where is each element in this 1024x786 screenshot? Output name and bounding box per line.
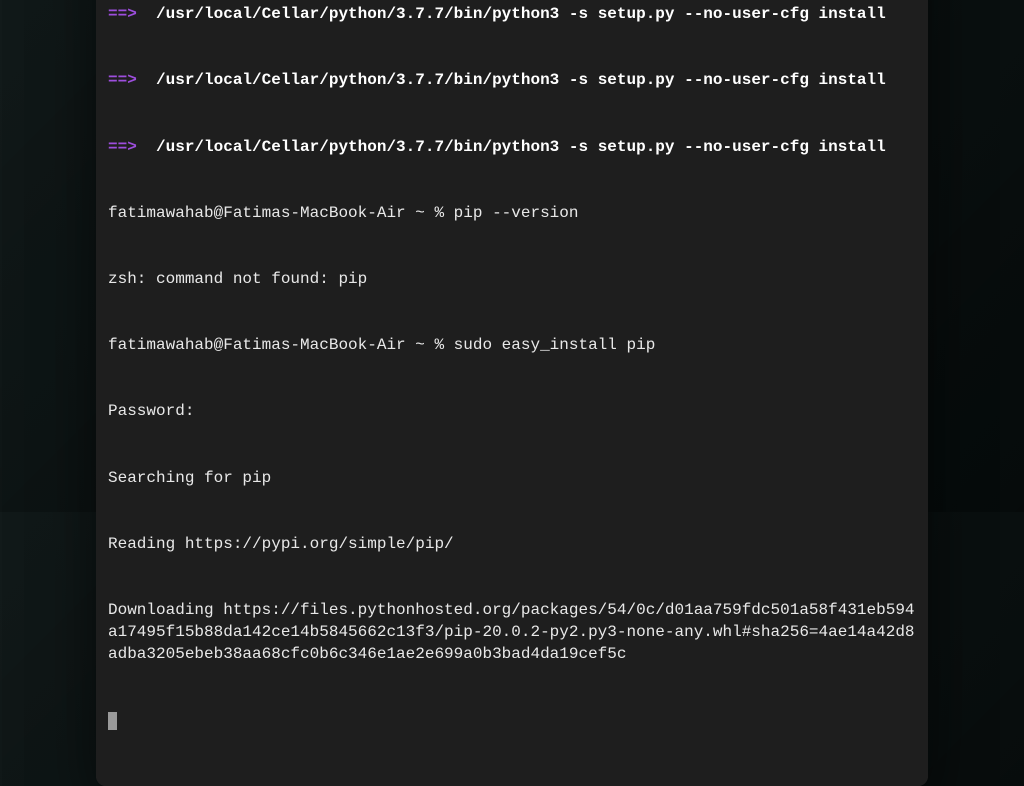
terminal-window: fatimawahab — Python ‹ sudo — 80×16 zsh:… [96,0,928,786]
terminal-line: Downloading https://files.pythonhosted.o… [108,599,916,665]
terminal-line: Searching for pip [108,467,916,489]
brew-arrow-icon: ==> [108,5,137,23]
terminal-line: Password: [108,400,916,422]
terminal-line: Reading https://pypi.org/simple/pip/ [108,533,916,555]
terminal-body[interactable]: zsh: command not found: pip fatimawahab@… [96,0,928,786]
terminal-line: ==> /usr/local/Cellar/python/3.7.7/bin/p… [108,3,916,25]
terminal-line: zsh: command not found: pip [108,268,916,290]
brew-arrow-icon: ==> [108,71,137,89]
terminal-line: fatimawahab@Fatimas-MacBook-Air ~ % pip … [108,202,916,224]
brew-step: /usr/local/Cellar/python/3.7.7/bin/pytho… [156,71,886,89]
brew-step: /usr/local/Cellar/python/3.7.7/bin/pytho… [156,5,886,23]
terminal-line: ==> /usr/local/Cellar/python/3.7.7/bin/p… [108,69,916,91]
brew-step: /usr/local/Cellar/python/3.7.7/bin/pytho… [156,138,886,156]
cursor-line [108,710,916,732]
terminal-line: ==> /usr/local/Cellar/python/3.7.7/bin/p… [108,136,916,158]
brew-arrow-icon: ==> [108,138,137,156]
terminal-cursor [108,712,117,730]
terminal-line: fatimawahab@Fatimas-MacBook-Air ~ % sudo… [108,334,916,356]
